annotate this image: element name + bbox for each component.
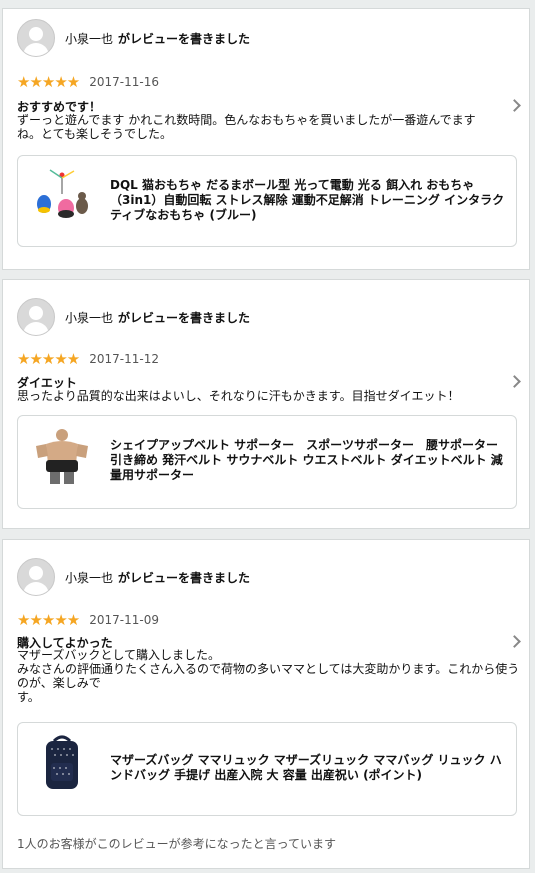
- star-rating-icon: ★★★★★: [17, 73, 80, 91]
- review-card: 小泉一也 がレビューを書きました ★★★★★ 2017-11-16 おすすめです…: [2, 8, 530, 270]
- review-date: 2017-11-12: [89, 352, 159, 366]
- review-action-text: がレビューを書きました: [118, 570, 251, 585]
- author-name[interactable]: 小泉一也: [65, 569, 113, 586]
- review-header: 小泉一也 がレビューを書きました: [17, 19, 250, 57]
- product-name[interactable]: マザーズバッグ ママリュック マザーズリュック ママバッグ リュック ハンドバッ…: [110, 753, 506, 783]
- review-header: 小泉一也 がレビューを書きました: [17, 558, 250, 596]
- product-name[interactable]: DQL 猫おもちゃ だるまボール型 光って電動 光る 餌入れ おもちゃ（3in1…: [110, 178, 506, 223]
- avatar-icon[interactable]: [17, 19, 55, 57]
- product-card[interactable]: マザーズバッグ ママリュック マザーズリュック ママバッグ リュック ハンドバッ…: [17, 722, 517, 816]
- helpful-count: 1人のお客様がこのレビューが参考になったと言っています: [17, 837, 337, 851]
- avatar-icon[interactable]: [17, 558, 55, 596]
- author-name[interactable]: 小泉一也: [65, 309, 113, 326]
- rating-row: ★★★★★ 2017-11-16: [17, 73, 159, 91]
- product-card[interactable]: シェイプアップベルト サポーター スポーツサポーター 腰サポーター 引き締め 発…: [17, 415, 517, 509]
- chevron-right-icon[interactable]: [508, 99, 521, 112]
- product-name[interactable]: シェイプアップベルト サポーター スポーツサポーター 腰サポーター 引き締め 発…: [110, 438, 510, 483]
- backpack-image: [46, 735, 78, 789]
- review-body[interactable]: ずーっと遊んでます かれこれ数時間。色んなおもちゃを買いましたが一番遊んでます …: [17, 113, 522, 141]
- chevron-right-icon[interactable]: [508, 375, 521, 388]
- review-date: 2017-11-16: [89, 75, 159, 89]
- rating-row: ★★★★★ 2017-11-09: [17, 611, 159, 629]
- review-card: 小泉一也 がレビューを書きました ★★★★★ 2017-11-12 ダイエット …: [2, 279, 530, 529]
- review-action-text: がレビューを書きました: [118, 310, 251, 325]
- review-header: 小泉一也 がレビューを書きました: [17, 298, 250, 336]
- chevron-right-icon[interactable]: [508, 635, 521, 648]
- rating-row: ★★★★★ 2017-11-12: [17, 350, 159, 368]
- author-name[interactable]: 小泉一也: [65, 30, 113, 47]
- avatar-icon[interactable]: [17, 298, 55, 336]
- product-card[interactable]: DQL 猫おもちゃ だるまボール型 光って電動 光る 餌入れ おもちゃ（3in1…: [17, 155, 517, 247]
- review-date: 2017-11-09: [89, 613, 159, 627]
- review-body[interactable]: マザーズバックとして購入しました。 みなさんの評価通りたくさん入るので荷物の多い…: [17, 648, 522, 704]
- waist-belt-image: [36, 429, 88, 484]
- star-rating-icon: ★★★★★: [17, 350, 80, 368]
- cat-toy-image: [37, 169, 88, 218]
- review-body[interactable]: 思ったより品質的な出来はよいし、それなりに汗もかきます。目指せダイエット！: [17, 389, 522, 403]
- star-rating-icon: ★★★★★: [17, 611, 80, 629]
- review-action-text: がレビューを書きました: [118, 31, 251, 46]
- review-card: 小泉一也 がレビューを書きました ★★★★★ 2017-11-09 購入してよか…: [2, 539, 530, 869]
